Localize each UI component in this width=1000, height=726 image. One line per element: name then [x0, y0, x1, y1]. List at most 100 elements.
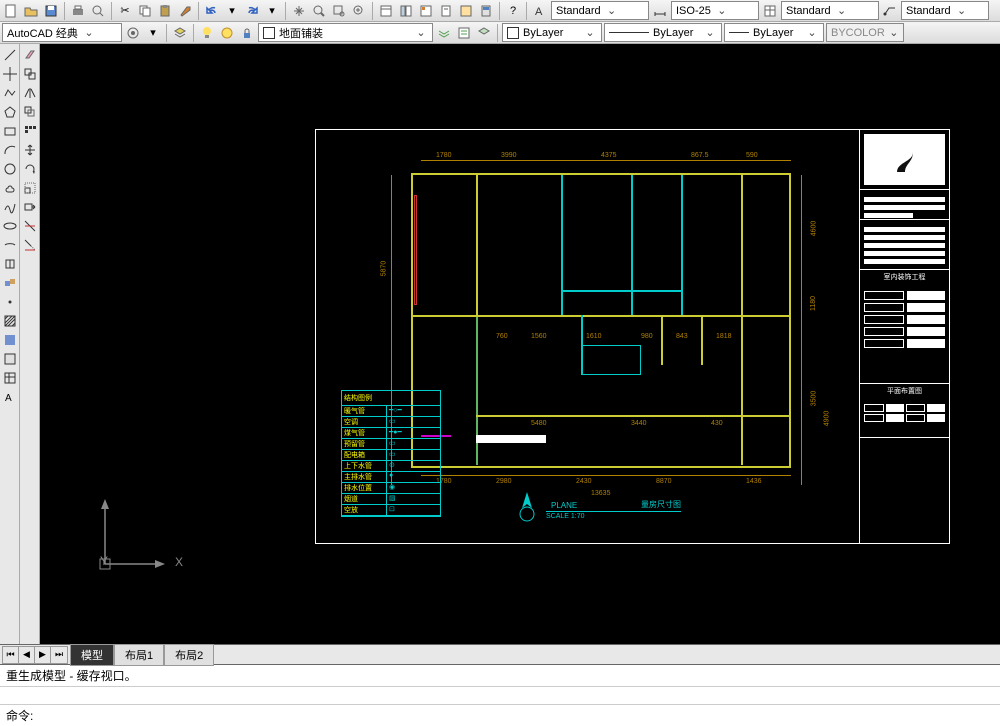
undo-icon[interactable]: [203, 2, 221, 20]
save-icon[interactable]: [42, 2, 60, 20]
spline-icon[interactable]: [2, 199, 18, 215]
insert-icon[interactable]: [2, 256, 18, 272]
ws-grip-icon[interactable]: ▾: [144, 24, 162, 42]
dim-inner-8: 5480: [531, 420, 547, 427]
designctr-icon[interactable]: [397, 2, 415, 20]
rotate-icon[interactable]: [22, 161, 38, 177]
extend-icon[interactable]: [22, 237, 38, 253]
layer-prev-icon[interactable]: [435, 24, 453, 42]
plan-name: 量房尺寸图: [641, 499, 681, 510]
cut-icon[interactable]: ✂: [116, 2, 134, 20]
tab-nav: ⏮ ◀ ▶ ⏭: [2, 646, 68, 664]
main-area: A 室内装饰工程: [0, 44, 1000, 644]
legend-title: 结构图例: [342, 391, 440, 406]
workspace-dropdown[interactable]: AutoCAD 经典 ⌄: [2, 23, 122, 42]
array-icon[interactable]: [22, 123, 38, 139]
hatch-icon[interactable]: [2, 313, 18, 329]
layer-states-icon[interactable]: [455, 24, 473, 42]
dim-left-1: 5870: [380, 261, 387, 277]
tab-prev-icon[interactable]: ◀: [19, 647, 35, 663]
tab-model[interactable]: 模型: [70, 644, 114, 666]
toolbar-row-1: ✂ ▾ ▾ ? A Standard ⌄ ISO-25 ⌄ Standard ⌄…: [0, 0, 1000, 22]
preview-icon[interactable]: [89, 2, 107, 20]
layer-bulb-icon[interactable]: [198, 24, 216, 42]
mleader-style-dropdown[interactable]: Standard ⌄: [901, 1, 989, 20]
layer-mgr-icon[interactable]: [171, 24, 189, 42]
sheet-icon[interactable]: [437, 2, 455, 20]
circle-icon[interactable]: [2, 161, 18, 177]
paste-icon[interactable]: [156, 2, 174, 20]
pan-icon[interactable]: [290, 2, 308, 20]
textstyle-icon[interactable]: A: [531, 2, 549, 20]
erase-icon[interactable]: [22, 47, 38, 63]
scale-icon[interactable]: [22, 180, 38, 196]
ellipse-icon[interactable]: [2, 218, 18, 234]
lineweight-dropdown[interactable]: ByLayer ⌄: [724, 23, 824, 42]
match-icon[interactable]: [176, 2, 194, 20]
copy2-icon[interactable]: [22, 66, 38, 82]
table-icon[interactable]: [2, 370, 18, 386]
toolpalette-icon[interactable]: [417, 2, 435, 20]
block-icon[interactable]: [2, 275, 18, 291]
gradient-icon[interactable]: [2, 332, 18, 348]
polyline-icon[interactable]: [2, 85, 18, 101]
layer-color-swatch: [263, 27, 275, 39]
undo-arrow-icon[interactable]: ▾: [223, 2, 241, 20]
layer-iso-icon[interactable]: [475, 24, 493, 42]
layer-lock-icon[interactable]: [238, 24, 256, 42]
mtext-icon[interactable]: A: [2, 389, 18, 405]
point-icon[interactable]: [2, 294, 18, 310]
color-dropdown[interactable]: ByLayer ⌄: [502, 23, 602, 42]
plotstyle-dropdown[interactable]: BYCOLOR ⌄: [826, 23, 904, 42]
tab-layout2[interactable]: 布局2: [164, 644, 214, 666]
move-icon[interactable]: [22, 142, 38, 158]
mirror-icon[interactable]: [22, 85, 38, 101]
zoom-window-icon[interactable]: [330, 2, 348, 20]
line-icon[interactable]: [2, 47, 18, 63]
drawing-canvas[interactable]: 室内装饰工程 平面布置图 1780 3990: [40, 44, 1000, 644]
properties-icon[interactable]: [377, 2, 395, 20]
dim-style-dropdown[interactable]: ISO-25 ⌄: [671, 1, 759, 20]
tablestyle-icon[interactable]: [761, 2, 779, 20]
markup-icon[interactable]: [457, 2, 475, 20]
lineweight-sample: [729, 32, 749, 33]
mleaderstyle-icon[interactable]: [881, 2, 899, 20]
calc-icon[interactable]: [477, 2, 495, 20]
redo-icon[interactable]: [243, 2, 261, 20]
linetype-dropdown[interactable]: ByLayer ⌄: [604, 23, 722, 42]
tab-last-icon[interactable]: ⏭: [51, 647, 67, 663]
rectangle-icon[interactable]: [2, 123, 18, 139]
color-label: ByLayer: [523, 27, 563, 39]
ellipse-arc-icon[interactable]: [2, 237, 18, 253]
copy-icon[interactable]: [136, 2, 154, 20]
trim-icon[interactable]: [22, 218, 38, 234]
arc-icon[interactable]: [2, 142, 18, 158]
new-icon[interactable]: [2, 2, 20, 20]
layer-dropdown[interactable]: 地面铺装 ⌄: [258, 23, 433, 42]
plan-scale: SCALE 1:70: [546, 513, 585, 520]
layer-freeze-icon[interactable]: [218, 24, 236, 42]
help-icon[interactable]: ?: [504, 2, 522, 20]
region-icon[interactable]: [2, 351, 18, 367]
polygon-icon[interactable]: [2, 104, 18, 120]
command-input-row[interactable]: 命令:: [0, 705, 1000, 726]
xline-icon[interactable]: [2, 66, 18, 82]
tab-layout1[interactable]: 布局1: [114, 644, 164, 666]
stretch-icon[interactable]: [22, 199, 38, 215]
ws-settings-icon[interactable]: [124, 24, 142, 42]
print-icon[interactable]: [69, 2, 87, 20]
text-style-dropdown[interactable]: Standard ⌄: [551, 1, 649, 20]
dim-inner-6: 1818: [716, 333, 732, 340]
offset-icon[interactable]: [22, 104, 38, 120]
open-icon[interactable]: [22, 2, 40, 20]
revcloud-icon[interactable]: [2, 180, 18, 196]
dimstyle-icon[interactable]: [651, 2, 669, 20]
redo-arrow-icon[interactable]: ▾: [263, 2, 281, 20]
tab-first-icon[interactable]: ⏮: [3, 647, 19, 663]
zoom-prev-icon[interactable]: [350, 2, 368, 20]
zoom-icon[interactable]: [310, 2, 328, 20]
tab-next-icon[interactable]: ▶: [35, 647, 51, 663]
table-style-dropdown[interactable]: Standard ⌄: [781, 1, 879, 20]
dim-bot-4: 8870: [656, 478, 672, 485]
chevron-down-icon: ⌄: [703, 26, 717, 39]
